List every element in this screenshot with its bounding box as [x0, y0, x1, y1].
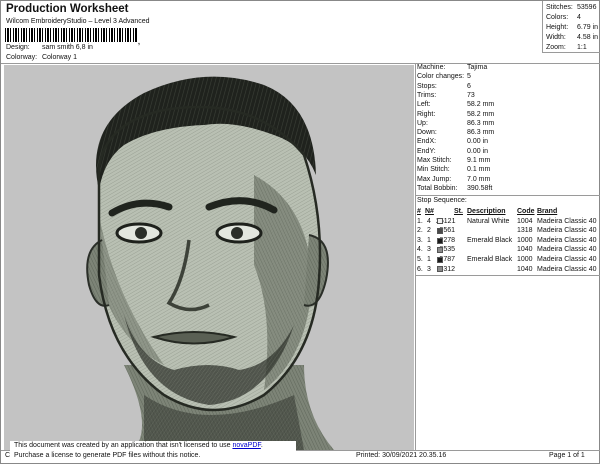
thread-color-swatch [437, 247, 443, 254]
design-info-panel: Machine: Tajima Color changes: 5 Stops: 6 T… [415, 63, 600, 450]
colorway-label: Colorway: [6, 54, 38, 61]
stop-needle: 1 [427, 256, 431, 263]
colorway-row: Colorway: Colorway 1 [6, 54, 77, 61]
stop-num: 3. [417, 236, 423, 244]
col-needle: N# [425, 208, 434, 215]
design-row: Design: sam smith 6,8 in [6, 44, 93, 51]
design-label: Design: [6, 44, 30, 51]
license-notice: This document was created by an applicat… [10, 441, 296, 461]
stats-box: Stitches: 53596 Colors: 4 Height: 6.79 in W… [542, 1, 600, 53]
info-endy: EndY: 0.00 in [417, 147, 489, 155]
thread-color-swatch [437, 266, 443, 273]
col-stitches: St. [454, 208, 463, 215]
stop-brand: Madeira Classic 40 [537, 265, 597, 273]
stop-num: 2. [417, 227, 423, 235]
stop-needle: 1 [427, 236, 431, 244]
info-max-jump: Max Jump: 7.0 mm [417, 175, 491, 183]
design-preview [4, 65, 414, 450]
info-min-stitch: Min Stitch: 0.1 mm [417, 166, 491, 174]
stop-num: 6. [417, 265, 423, 273]
info-trims: Trims: 73 [417, 91, 475, 99]
stop-num: 1. [417, 217, 423, 225]
production-worksheet-page: Production Worksheet Wilcom EmbroiderySt… [0, 0, 600, 464]
stop-code: 1040 [517, 246, 533, 254]
info-machine: Machine: Tajima [417, 64, 488, 71]
info-up: Up: 86.3 mm [417, 119, 495, 127]
info-endx: EndX: 0.00 in [417, 138, 489, 146]
stop-description: Natural White [467, 217, 510, 225]
stop-code: 1000 [517, 256, 533, 263]
barcode [5, 28, 137, 42]
stop-needle: 4 [427, 217, 431, 225]
stat-width: Width: 4.58 in [546, 34, 599, 41]
stop-code: 1004 [517, 217, 533, 225]
stop-num: 5. [417, 256, 423, 263]
info-stops: Stops: 6 [417, 82, 471, 90]
stop-num: 4. [417, 246, 423, 254]
stat-stitches: Stitches: 53596 [546, 4, 597, 11]
stop-row: 4. 3 8535 1040 Madeira Classic 40 [416, 245, 600, 255]
info-total-bobbin: Total Bobbin: 390.58ft [417, 184, 493, 192]
info-divider [416, 195, 600, 196]
col-num: # [417, 208, 421, 215]
stop-needle: 3 [427, 246, 431, 254]
stop-brand: Madeira Classic 40 [537, 246, 597, 254]
thread-color-swatch [437, 256, 443, 263]
stop-row: 6. 3 1312 1040 Madeira Classic 40 [416, 265, 600, 275]
software-subtitle: Wilcom EmbroideryStudio – Level 3 Advanc… [6, 18, 150, 25]
stat-height: Height: 6.79 in [546, 24, 599, 31]
stop-brand: Madeira Classic 40 [537, 256, 597, 263]
notice-line-1: This document was created by an applicat… [14, 442, 263, 449]
page-number: Page 1 of 1 [549, 452, 585, 459]
thread-color-swatch [437, 237, 443, 244]
stop-brand: Madeira Classic 40 [537, 227, 597, 235]
stop-table-header: # N# St. Description Code Brand [416, 207, 600, 217]
stat-zoom: Zoom: 1:1 [546, 44, 587, 51]
stop-code: 1318 [517, 227, 533, 235]
printed-date: Printed: 30/09/2021 20.35.16 [356, 452, 447, 459]
stop-needle: 3 [427, 265, 431, 273]
stop-code: 1000 [517, 236, 533, 244]
colorway-value: Colorway 1 [41, 54, 77, 61]
stop-row: 1. 4 25121 Natural White 1004 Madeira Classic… [416, 217, 600, 227]
table-divider [416, 275, 600, 276]
design-value: sam smith 6,8 in [41, 44, 93, 51]
stop-description: Emerald Black [467, 256, 513, 263]
barcode-mark: , [138, 39, 140, 46]
info-color-changes: Color changes: 5 [417, 73, 471, 81]
stop-code: 1040 [517, 265, 533, 273]
thread-color-swatch [437, 227, 443, 234]
stop-row: 3. 1 6278 Emerald Black 1000 Madeira Classic … [416, 236, 600, 246]
stop-brand: Madeira Classic 40 [537, 236, 597, 244]
stop-row: 5. 1 9787 Emerald Black 1000 Madeira Classic … [416, 255, 600, 265]
stat-colors: Colors: 4 [546, 14, 581, 21]
col-brand: Brand [537, 208, 558, 215]
col-code: Code [517, 208, 535, 215]
embroidery-portrait [86, 76, 334, 450]
info-right: Right: 58.2 mm [417, 110, 495, 118]
stop-description: Emerald Black [467, 236, 513, 244]
info-down: Down: 86.3 mm [417, 129, 495, 137]
novapdf-link[interactable]: novaPDF [232, 442, 260, 449]
stop-brand: Madeira Classic 40 [537, 217, 597, 225]
col-description: Description [467, 208, 506, 215]
notice-line-2: Purchase a license to generate PDF files… [14, 451, 201, 459]
info-max-stitch: Max Stitch: 9.1 mm [417, 157, 491, 164]
stop-sequence-title: Stop Sequence: [417, 197, 467, 204]
page-title: Production Worksheet [6, 3, 129, 15]
stop-row: 2. 2 2561 1318 Madeira Classic 40 [416, 226, 600, 236]
info-left: Left: 58.2 mm [417, 101, 495, 109]
stop-needle: 2 [427, 227, 431, 235]
thread-color-swatch [437, 218, 443, 225]
